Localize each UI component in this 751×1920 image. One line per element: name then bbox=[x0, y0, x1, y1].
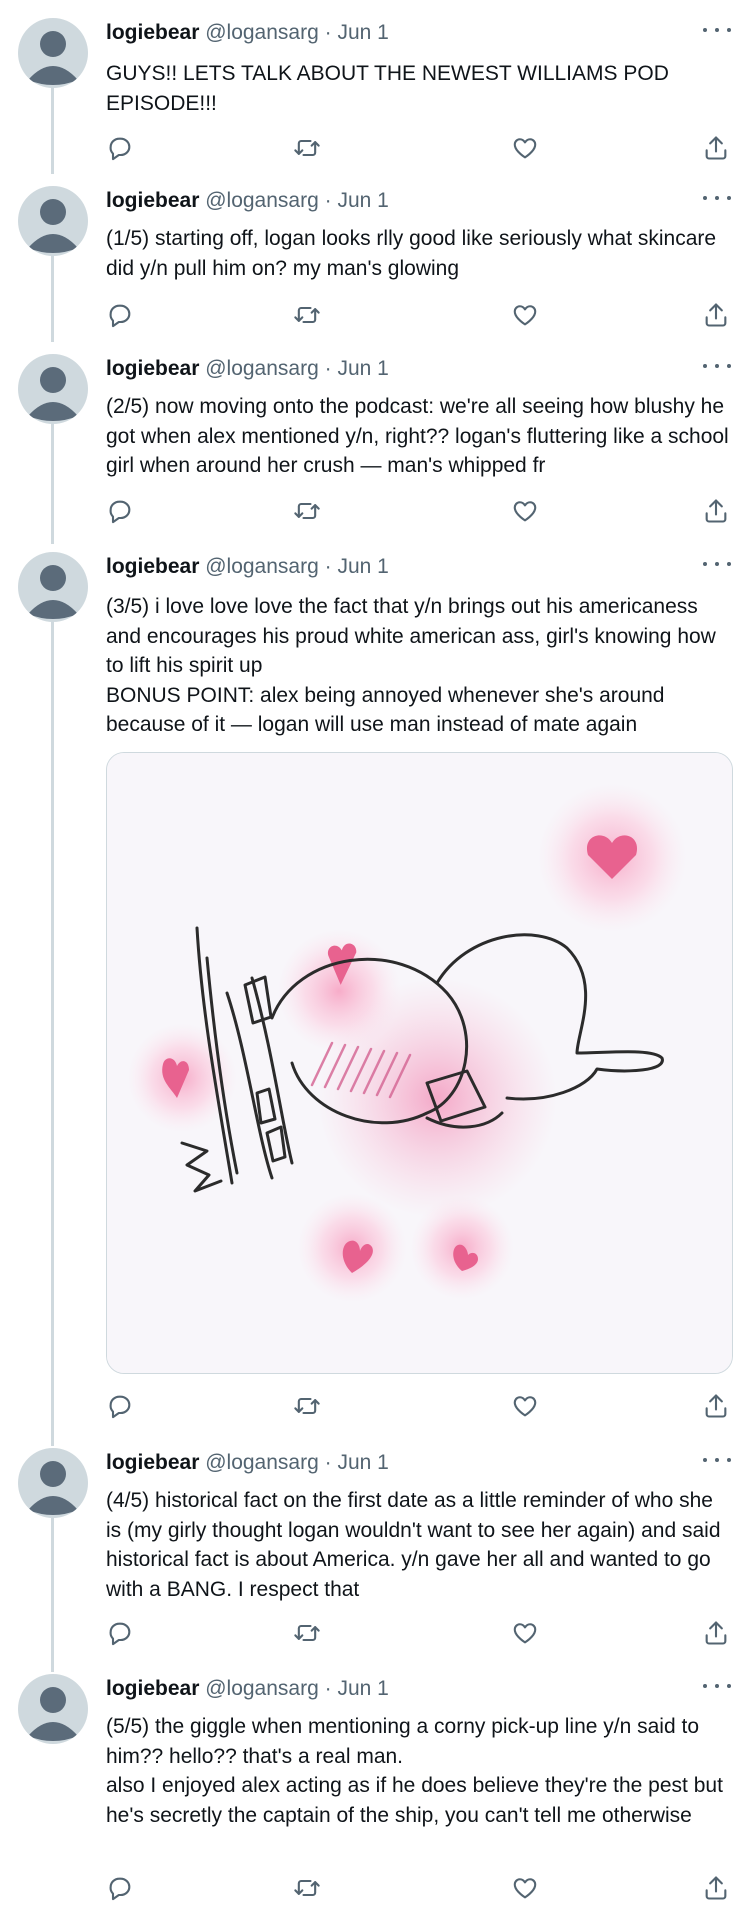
avatar[interactable] bbox=[18, 1448, 88, 1518]
tweet-text: (1/5) starting off, logan looks rlly goo… bbox=[106, 227, 717, 280]
thread-line bbox=[51, 248, 54, 342]
share-icon[interactable] bbox=[702, 497, 732, 527]
author-handle[interactable]: @logansarg bbox=[205, 357, 319, 380]
share-icon[interactable] bbox=[702, 1619, 732, 1649]
more-icon[interactable] bbox=[703, 20, 731, 40]
tweet-actions bbox=[106, 497, 731, 527]
thread-line bbox=[51, 416, 54, 544]
share-icon[interactable] bbox=[702, 301, 732, 331]
separator: · bbox=[318, 1677, 338, 1700]
share-icon[interactable] bbox=[702, 134, 732, 164]
avatar[interactable] bbox=[18, 354, 88, 424]
tweet-text: (5/5) the giggle when mentioning a corny… bbox=[106, 1715, 723, 1827]
more-icon[interactable] bbox=[703, 188, 731, 208]
separator: · bbox=[318, 21, 338, 44]
tweet-text: (3/5) i love love love the fact that y/n… bbox=[106, 595, 716, 736]
avatar[interactable] bbox=[18, 186, 88, 256]
share-icon[interactable] bbox=[702, 1392, 732, 1422]
tweet-actions bbox=[106, 1874, 731, 1904]
reply-icon[interactable] bbox=[106, 1392, 136, 1422]
separator: · bbox=[318, 357, 338, 380]
tweet-header: logiebear @logansarg · Jun 1 bbox=[106, 186, 389, 216]
retweet-icon[interactable] bbox=[293, 497, 323, 527]
more-icon[interactable] bbox=[703, 1676, 731, 1696]
tweet-date[interactable]: Jun 1 bbox=[337, 21, 388, 44]
tweet-actions bbox=[106, 134, 731, 164]
tweet-header: logiebear @logansarg · Jun 1 bbox=[106, 354, 389, 384]
tweet-header: logiebear @logansarg · Jun 1 bbox=[106, 1448, 389, 1478]
tweet-image[interactable] bbox=[106, 752, 733, 1374]
author-name[interactable]: logiebear bbox=[106, 357, 199, 380]
author-name[interactable]: logiebear bbox=[106, 555, 199, 578]
tweet-header: logiebear @logansarg · Jun 1 bbox=[106, 552, 389, 582]
tweet-text: (4/5) historical fact on the first date … bbox=[106, 1489, 721, 1601]
author-name[interactable]: logiebear bbox=[106, 1677, 199, 1700]
tweet-text: GUYS!! LETS TALK ABOUT THE NEWEST WILLIA… bbox=[106, 62, 669, 115]
more-icon[interactable] bbox=[703, 356, 731, 376]
separator: · bbox=[318, 1451, 338, 1474]
retweet-icon[interactable] bbox=[293, 1619, 323, 1649]
retweet-icon[interactable] bbox=[293, 1874, 323, 1904]
more-icon[interactable] bbox=[703, 554, 731, 574]
tweet-date[interactable]: Jun 1 bbox=[337, 555, 388, 578]
reply-icon[interactable] bbox=[106, 301, 136, 331]
tweet-actions bbox=[106, 1619, 731, 1649]
reply-icon[interactable] bbox=[106, 1874, 136, 1904]
separator: · bbox=[318, 555, 338, 578]
thread-line bbox=[51, 1518, 54, 1672]
author-handle[interactable]: @logansarg bbox=[205, 555, 319, 578]
author-name[interactable]: logiebear bbox=[106, 21, 199, 44]
thread-line bbox=[51, 78, 54, 174]
avatar[interactable] bbox=[18, 1674, 88, 1744]
tweet-date[interactable]: Jun 1 bbox=[337, 357, 388, 380]
heart-icon[interactable] bbox=[511, 1392, 541, 1422]
reply-icon[interactable] bbox=[106, 134, 136, 164]
reply-icon[interactable] bbox=[106, 1619, 136, 1649]
retweet-icon[interactable] bbox=[293, 301, 323, 331]
thread-line bbox=[51, 614, 54, 1446]
avatar[interactable] bbox=[18, 552, 88, 622]
tweet-actions bbox=[106, 301, 731, 331]
author-handle[interactable]: @logansarg bbox=[205, 21, 319, 44]
heart-icon[interactable] bbox=[511, 134, 541, 164]
author-name[interactable]: logiebear bbox=[106, 189, 199, 212]
author-handle[interactable]: @logansarg bbox=[205, 189, 319, 212]
blushing-cartoon-illustration bbox=[107, 753, 732, 1373]
share-icon[interactable] bbox=[702, 1874, 732, 1904]
tweet-date[interactable]: Jun 1 bbox=[337, 1451, 388, 1474]
author-handle[interactable]: @logansarg bbox=[205, 1451, 319, 1474]
tweet-date[interactable]: Jun 1 bbox=[337, 1677, 388, 1700]
heart-icon[interactable] bbox=[511, 301, 541, 331]
separator: · bbox=[318, 189, 338, 212]
more-icon[interactable] bbox=[703, 1450, 731, 1470]
heart-icon[interactable] bbox=[511, 1874, 541, 1904]
tweet-date[interactable]: Jun 1 bbox=[337, 189, 388, 212]
tweet-header: logiebear @logansarg · Jun 1 bbox=[106, 18, 389, 48]
heart-icon[interactable] bbox=[511, 1619, 541, 1649]
heart-icon[interactable] bbox=[511, 497, 541, 527]
tweet-text: (2/5) now moving onto the podcast: we're… bbox=[106, 395, 729, 477]
tweet-actions bbox=[106, 1392, 731, 1422]
reply-icon[interactable] bbox=[106, 497, 136, 527]
author-handle[interactable]: @logansarg bbox=[205, 1677, 319, 1700]
avatar[interactable] bbox=[18, 18, 88, 88]
retweet-icon[interactable] bbox=[293, 1392, 323, 1422]
tweet-header: logiebear @logansarg · Jun 1 bbox=[106, 1674, 389, 1704]
retweet-icon[interactable] bbox=[293, 134, 323, 164]
author-name[interactable]: logiebear bbox=[106, 1451, 199, 1474]
